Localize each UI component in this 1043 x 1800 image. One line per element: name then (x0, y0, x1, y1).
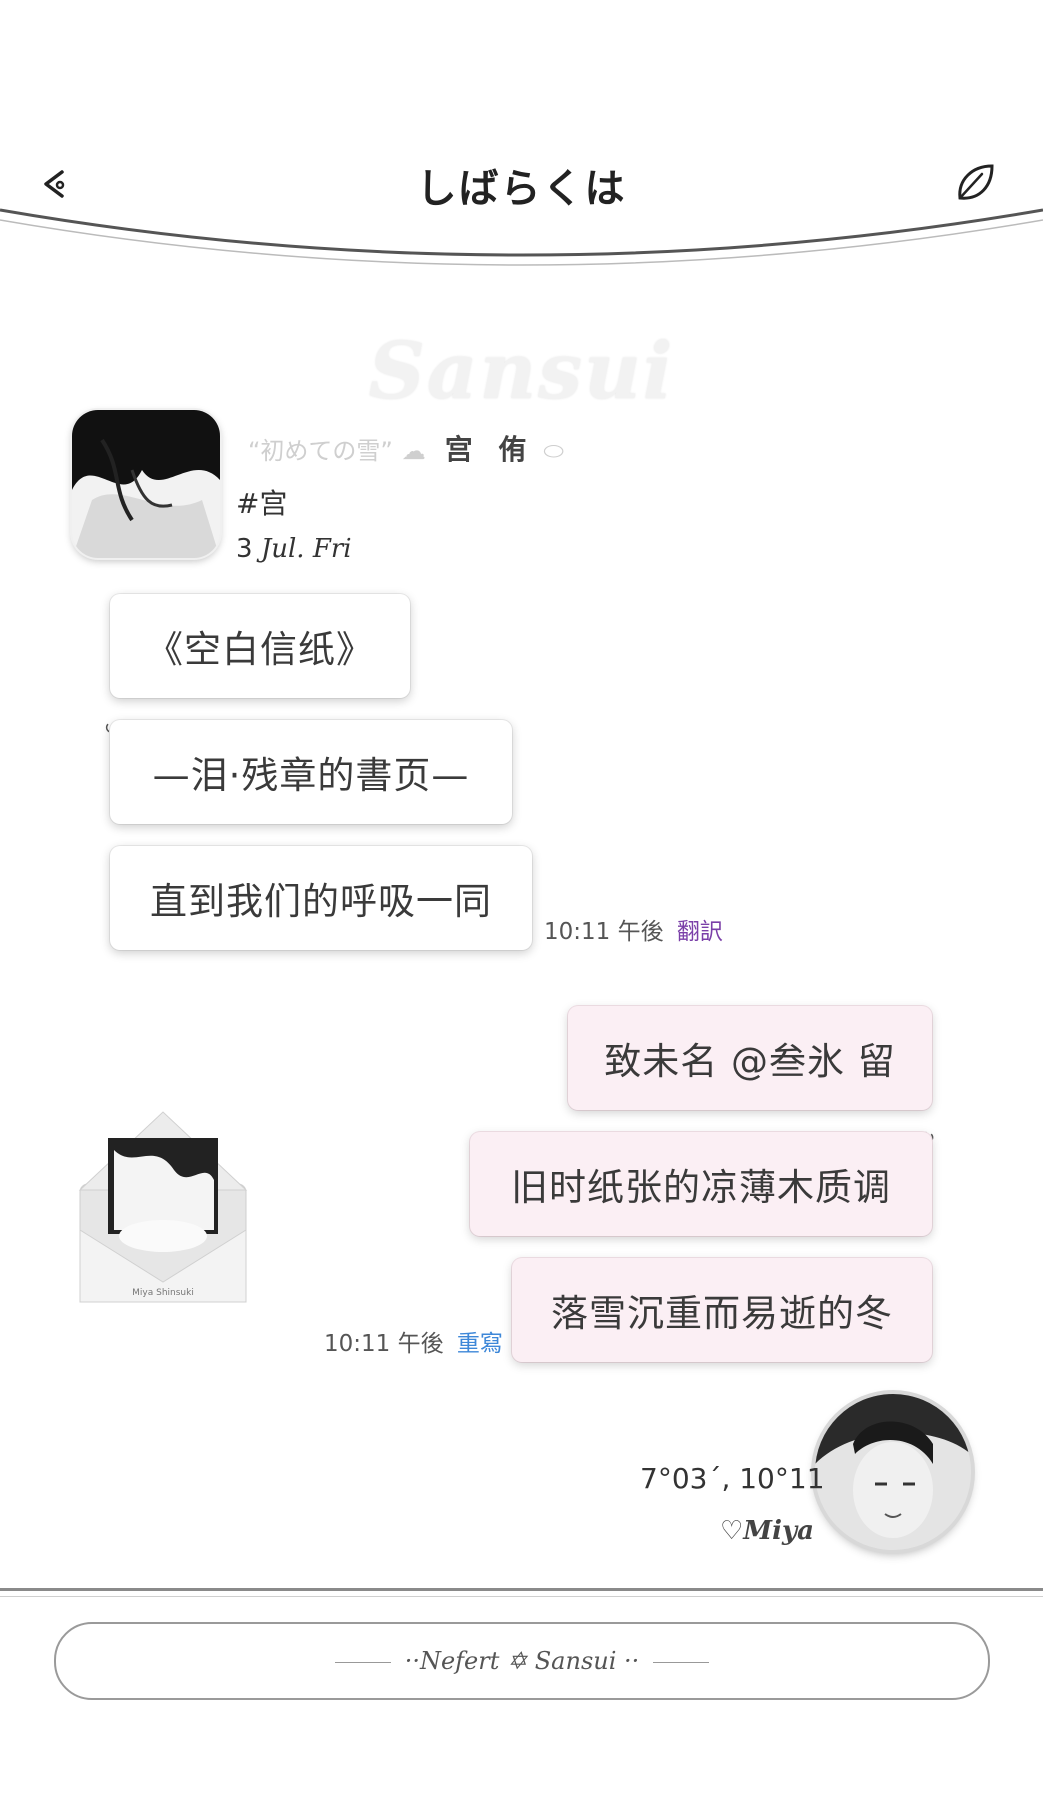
dash-left (334, 1662, 391, 1663)
sender-decoration-text: “初めての雪” (248, 437, 393, 465)
incoming-time: 10:11 午後 (544, 919, 664, 945)
footer-divider-thin (0, 1596, 1043, 1597)
outgoing-timestamp: 10:11 午後 重寫 (324, 1324, 503, 1358)
date-day: 3 (236, 534, 253, 564)
input-placeholder: ··Nefert ✡ Sansui ·· (404, 1647, 640, 1675)
halo-icon: ⬭ (543, 437, 564, 465)
incoming-message-3[interactable]: 直到我们的呼吸一同 (110, 846, 532, 950)
outgoing-time: 10:11 午後 (324, 1331, 444, 1357)
sender-name: 宫 侑 (444, 433, 535, 466)
outgoing-message-3[interactable]: 落雪沉重而易逝的冬 (512, 1258, 932, 1362)
signature-name: ♡Miya (720, 1516, 814, 1546)
envelope-sticker[interactable]: Miya Shinsuki (74, 1110, 252, 1310)
footer-divider (0, 1588, 1043, 1591)
dash-right (653, 1662, 710, 1663)
coordinates-text: 7°03´, 10°11 (640, 1462, 825, 1495)
message-input-text: ··Nefert ✡ Sansui ·· (321, 1647, 724, 1675)
message-input[interactable]: ··Nefert ✡ Sansui ·· (54, 1622, 990, 1700)
incoming-message-2[interactable]: —泪·残章的書页— (110, 720, 512, 824)
date-month-weekday: Jul. Fri (260, 534, 352, 564)
incoming-message-1[interactable]: 《空白信纸》 (110, 594, 410, 698)
sender-avatar[interactable] (72, 410, 220, 558)
translate-link[interactable]: 翻訳 (677, 919, 723, 945)
incoming-timestamp: 10:11 午後 翻訳 (544, 912, 723, 946)
rewrite-link[interactable]: 重寫 (457, 1331, 503, 1357)
watermark-text: Sansui (368, 326, 675, 417)
header-divider (0, 208, 1043, 266)
sender-tag: #宫 (236, 487, 288, 520)
outgoing-message-1[interactable]: 致未名 @叁氷 留 (568, 1006, 932, 1110)
outgoing-message-2[interactable]: 旧时纸张的凉薄木质调 (470, 1132, 932, 1236)
message-date: 3 Jul. Fri (236, 534, 352, 564)
cloud-icon: ☁ (401, 437, 426, 465)
sender-header: “初めての雪” ☁ 宫 侑 ⬭ (248, 428, 564, 468)
user-avatar[interactable] (815, 1394, 971, 1550)
sticker-caption: Miya Shinsuki (132, 1288, 194, 1298)
